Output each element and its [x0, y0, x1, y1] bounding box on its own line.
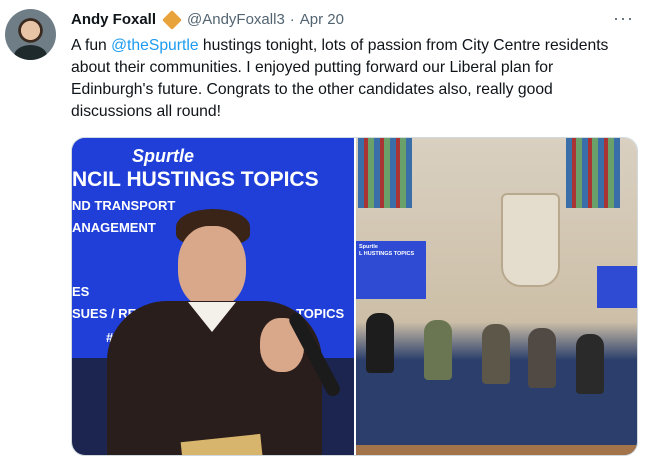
avatar-shoulders	[14, 45, 47, 60]
tweet-text-prefix: A fun	[71, 37, 112, 54]
screen-line-1: ND TRANSPORT	[72, 198, 176, 213]
small-screen-title: Spurtle	[359, 244, 378, 250]
small-screen-left: Spurtle L HUSTINGS TOPICS	[356, 241, 426, 299]
separator-dot: ·	[289, 11, 295, 28]
media-photo-right[interactable]: Spurtle L HUSTINGS TOPICS	[356, 138, 637, 455]
screen-line-3: ES	[72, 284, 90, 299]
panelist-4	[528, 328, 556, 388]
panelist-3	[482, 324, 510, 384]
stained-glass-window-right	[566, 138, 620, 208]
panelist-1	[366, 313, 394, 373]
more-options-icon[interactable]: ···	[613, 8, 634, 29]
small-screen-right	[597, 266, 637, 308]
author-avatar[interactable]	[5, 9, 56, 60]
screen-line-2: ANAGEMENT	[72, 220, 156, 235]
media-photo-left[interactable]: Spurtle NCIL HUSTINGS TOPICS ND TRANSPOR…	[72, 138, 354, 455]
tweet-date[interactable]: Apr 20	[300, 11, 344, 28]
stained-glass-window-left	[358, 138, 412, 208]
tweet-header: Andy Foxall @AndyFoxall3 · Apr 20	[71, 9, 344, 30]
screen-heading: NCIL HUSTINGS TOPICS	[72, 168, 319, 191]
verified-badge-icon	[162, 9, 182, 30]
author-handle[interactable]: @AndyFoxall3	[187, 11, 285, 28]
pulpit	[501, 193, 560, 287]
tweet-text: A fun @theSpurtle hustings tonight, lots…	[71, 35, 631, 123]
panelist-2	[424, 320, 452, 380]
author-name[interactable]: Andy Foxall	[71, 11, 156, 28]
tweet-media[interactable]: Spurtle NCIL HUSTINGS TOPICS ND TRANSPOR…	[71, 137, 638, 456]
small-screen-heading: L HUSTINGS TOPICS	[359, 251, 415, 257]
mention-link[interactable]: @theSpurtle	[111, 37, 198, 54]
screen-title: Spurtle	[132, 146, 195, 166]
stage-floor	[356, 445, 637, 455]
panelist-5	[576, 334, 604, 394]
speaker-face	[178, 226, 246, 308]
